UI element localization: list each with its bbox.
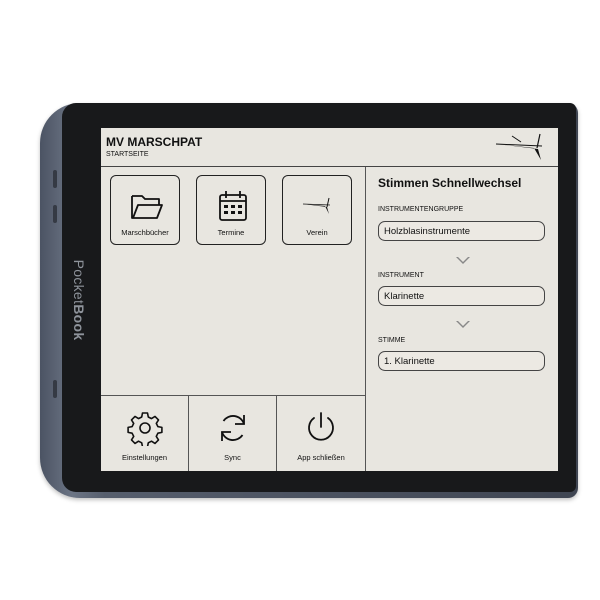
tile-label: Termine: [217, 228, 245, 237]
tile-label: Verein: [306, 228, 328, 237]
settings-button[interactable]: Einstellungen: [101, 396, 189, 471]
chevron-down-icon: [456, 257, 470, 264]
instrument-group-select[interactable]: Holzblasinstrumente: [378, 221, 545, 241]
side-button: [53, 205, 57, 223]
instrument-label: INSTRUMENT: [378, 272, 424, 279]
app-header: MV MARSCHPAT STARTSEITE: [101, 128, 558, 167]
tile-verein[interactable]: Verein: [282, 175, 352, 245]
brand-logo-text: PocketBook: [71, 259, 87, 341]
baton-logo-icon: [495, 133, 543, 160]
tile-marschbuecher[interactable]: Marschbücher: [110, 175, 180, 245]
voice-label: STIMME: [378, 337, 406, 344]
panel-title: Stimmen Schnellwechsel: [378, 176, 522, 190]
voice-quick-switch-panel: Stimmen Schnellwechsel INSTRUMENTENGRUPP…: [367, 167, 558, 471]
bottom-bar: Einstellungen Sync App schließen: [101, 395, 365, 471]
sync-label: Sync: [224, 453, 241, 462]
menu-panel: Marschbücher Termine Verein Einstellunge…: [101, 167, 366, 471]
close-app-button[interactable]: App schließen: [277, 396, 365, 471]
calendar-icon: [219, 191, 247, 221]
tile-label: Marschbücher: [121, 228, 169, 237]
sync-icon: [221, 415, 245, 441]
settings-label: Einstellungen: [121, 453, 168, 462]
instrument-select[interactable]: Klarinette: [378, 286, 545, 306]
app-title: MV MARSCHPAT: [106, 135, 203, 149]
power-icon: [308, 412, 334, 441]
side-button: [53, 380, 57, 398]
gear-icon: [127, 412, 163, 446]
voice-select[interactable]: 1. Klarinette: [378, 351, 545, 371]
baton-logo-icon: [302, 197, 331, 214]
tile-termine[interactable]: Termine: [196, 175, 266, 245]
close-app-label: App schließen: [297, 453, 345, 462]
screen: MV MARSCHPAT STARTSEITE Marschbücher Ter…: [101, 128, 558, 471]
chevron-down-icon: [456, 321, 470, 328]
instrument-group-label: INSTRUMENTENGRUPPE: [378, 206, 464, 213]
page-subtitle: STARTSEITE: [106, 151, 149, 158]
sync-button[interactable]: Sync: [189, 396, 277, 471]
side-button: [53, 170, 57, 188]
folder-icon: [131, 195, 163, 219]
